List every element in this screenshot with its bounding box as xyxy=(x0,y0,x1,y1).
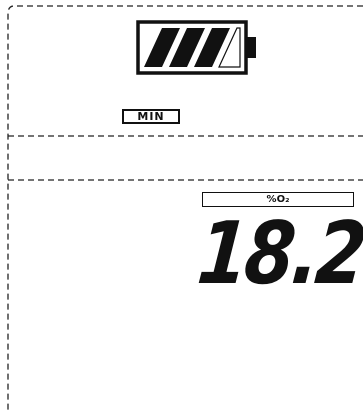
battery-icon xyxy=(136,20,256,75)
lcd-display: MIN %O₂ 18.2 xyxy=(0,0,363,412)
min-indicator: MIN xyxy=(122,109,180,124)
oxygen-reading: 18.2 xyxy=(193,204,363,304)
